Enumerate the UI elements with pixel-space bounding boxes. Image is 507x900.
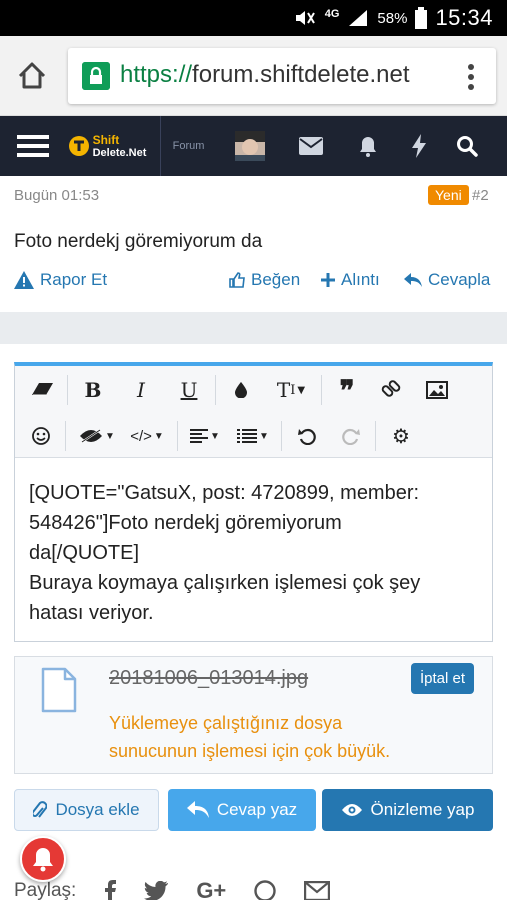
settings-icon[interactable]: ⚙	[381, 416, 421, 456]
attachment-filename: 20181006_013014.jpg	[109, 667, 309, 689]
network-type: 4G	[324, 8, 340, 20]
quote-button[interactable]: Alıntı	[321, 270, 380, 290]
quote-label: Alıntı	[341, 270, 380, 289]
address-bar[interactable]: https://forum.shiftdelete.net	[68, 48, 496, 104]
editor-line: [QUOTE="GatsuX, post: 4720899, member:	[29, 482, 420, 504]
editor-line: hatası veriyor.	[29, 602, 154, 624]
forum-navbar: Shift Delete.Net Forum	[0, 116, 507, 176]
attach-file-button[interactable]: Dosya ekle	[14, 789, 159, 831]
thumbs-up-icon	[229, 272, 245, 288]
file-icon	[41, 667, 77, 713]
plus-icon	[321, 273, 335, 287]
mute-icon	[295, 11, 315, 25]
like-button[interactable]: Beğen	[229, 270, 300, 290]
reply-arrow-icon	[186, 801, 209, 818]
color-icon[interactable]	[221, 370, 261, 410]
clock: 15:34	[435, 5, 493, 30]
attachment-item: 20181006_013014.jpg İptal et Yüklemeye ç…	[14, 656, 493, 774]
status-bar: 4G 58% 15:34	[0, 0, 507, 36]
undo-icon[interactable]	[287, 416, 327, 456]
redo-icon[interactable]	[331, 416, 371, 456]
battery-percent: 58%	[377, 9, 408, 27]
spoiler-icon[interactable]: ▼	[71, 416, 123, 456]
attach-file-label: Dosya ekle	[55, 800, 140, 819]
battery-icon	[415, 7, 428, 29]
avatar[interactable]	[226, 116, 274, 176]
search-icon[interactable]	[444, 116, 490, 176]
overflow-menu-icon[interactable]	[468, 64, 474, 90]
list-icon[interactable]: ▼	[229, 416, 277, 456]
upload-error-line: sunucunun işlemesi için çok büyük.	[109, 741, 391, 761]
lock-icon	[82, 62, 110, 90]
logo-line2: Delete.Net	[92, 146, 147, 159]
eraser-icon[interactable]	[23, 370, 63, 410]
logo-mark-icon	[68, 136, 89, 156]
google-plus-icon[interactable]: G+	[196, 878, 226, 900]
code-icon[interactable]: </> ▼	[123, 416, 171, 456]
underline-icon[interactable]: U	[169, 370, 209, 410]
twitter-icon[interactable]	[144, 881, 169, 900]
like-label: Beğen	[251, 270, 301, 289]
bold-icon[interactable]: B	[73, 370, 113, 410]
post-timestamp[interactable]: Bugün 01:53	[14, 187, 99, 204]
reply-label: Cevapla	[428, 270, 491, 289]
lightning-icon[interactable]	[396, 116, 442, 176]
upload-error: Yüklemeye çalıştığınız dosya sunucunun i…	[109, 709, 479, 765]
reply-button[interactable]: Cevapla	[404, 270, 490, 290]
warning-icon	[14, 271, 34, 289]
reply-editor: B I U T I ▼ ❞ ▼ </> ▼ ▼ ▼ ⚙ [QUOTE="Gats…	[14, 362, 493, 642]
whatsapp-icon[interactable]	[254, 880, 276, 900]
forum-section-link[interactable]: Forum	[160, 116, 216, 176]
logo-line1: Shift	[92, 132, 120, 147]
post-reply-label: Cevap yaz	[216, 800, 298, 819]
bell-icon	[33, 848, 53, 872]
signal-icon	[349, 10, 368, 26]
forum-label: Forum	[172, 140, 205, 152]
cancel-upload-button[interactable]: İptal et	[411, 663, 475, 694]
smilie-icon[interactable]	[21, 416, 61, 456]
upload-error-line: Yüklemeye çalıştığınız dosya	[109, 713, 343, 733]
section-divider	[0, 312, 507, 344]
url-text: https://forum.shiftdelete.net	[120, 61, 410, 88]
post-number[interactable]: #2	[472, 187, 489, 204]
quote-icon[interactable]: ❞	[327, 370, 367, 410]
report-label: Rapor Et	[40, 270, 108, 289]
editor-line: Buraya koymaya çalışırken işlemesi çok ş…	[29, 572, 421, 594]
editor-content[interactable]: [QUOTE="GatsuX, post: 4720899, member: 5…	[29, 478, 479, 628]
link-icon[interactable]	[371, 370, 411, 410]
new-badge: Yeni	[428, 185, 469, 205]
text-size-icon[interactable]: T I ▼	[267, 370, 315, 410]
messages-icon[interactable]	[288, 116, 334, 176]
email-icon[interactable]	[304, 881, 331, 900]
post-reply-button[interactable]: Cevap yaz	[168, 789, 316, 831]
paperclip-icon	[33, 801, 48, 818]
bell-icon[interactable]	[345, 116, 391, 176]
preview-label: Önizleme yap	[370, 800, 475, 819]
eye-icon	[341, 804, 362, 816]
site-logo[interactable]: Shift Delete.Net	[64, 116, 150, 176]
editor-line: da[/QUOTE]	[29, 542, 140, 564]
editor-line: 548426"]Foto nerdekj göremiyorum	[29, 512, 342, 534]
browser-toolbar: https://forum.shiftdelete.net	[0, 36, 507, 116]
preview-button[interactable]: Önizleme yap	[322, 789, 493, 831]
hamburger-menu-icon[interactable]	[10, 116, 56, 176]
report-button[interactable]: Rapor Et	[14, 270, 107, 290]
image-icon[interactable]	[417, 370, 457, 410]
notification-bell-button[interactable]	[20, 836, 66, 882]
reply-arrow-icon	[404, 273, 422, 287]
align-icon[interactable]: ▼	[181, 416, 229, 456]
home-icon[interactable]	[14, 58, 50, 94]
post-body: Foto nerdekj göremiyorum da	[14, 231, 263, 252]
share-row: Paylaş: G+	[14, 878, 331, 900]
facebook-icon[interactable]	[104, 880, 117, 900]
editor-toolbar: B I U T I ▼ ❞ ▼ </> ▼ ▼ ▼ ⚙	[15, 366, 492, 458]
italic-icon[interactable]: I	[121, 370, 161, 410]
